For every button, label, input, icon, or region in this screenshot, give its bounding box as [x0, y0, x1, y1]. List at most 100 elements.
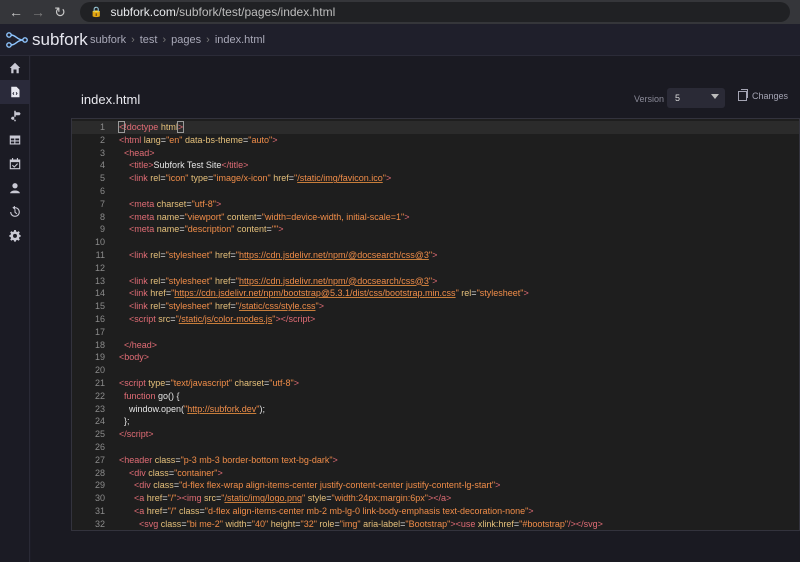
code-line[interactable]: 17: [72, 326, 799, 339]
sidebar-item-history[interactable]: [0, 200, 30, 224]
line-number: 32: [94, 518, 105, 529]
code-line[interactable]: 7 <meta charset="utf-8">: [72, 198, 799, 211]
line-number: 4: [99, 160, 105, 171]
code-line[interactable]: 13 <link rel="stylesheet" href="https://…: [72, 275, 799, 288]
browser-toolbar: ← → ↻ 🔒 subfork.com /subfork/test/pages/…: [0, 0, 800, 24]
code-line[interactable]: 30 <a href="/"><img src="/static/img/log…: [72, 492, 799, 505]
changes-label: Changes: [752, 91, 789, 101]
code-line[interactable]: 21 <script type="text/javascript" charset…: [72, 377, 799, 390]
line-number: 13: [94, 275, 105, 286]
code-line[interactable]: 19 <body>: [72, 351, 799, 364]
code-text: <script src="/static/js/color-modes.js">…: [129, 313, 316, 324]
line-number: 5: [99, 173, 105, 184]
code-line[interactable]: 20: [72, 364, 799, 377]
changes-button[interactable]: Changes: [738, 89, 789, 101]
arrow-right-icon[interactable]: →: [28, 2, 48, 22]
code-line[interactable]: 11 <link rel="stylesheet" href="https://…: [72, 249, 799, 262]
line-number: 7: [99, 198, 105, 209]
code-line[interactable]: 29 <div class="d-flex flex-wrap align-it…: [72, 479, 799, 492]
code-line[interactable]: 10: [72, 236, 799, 249]
code-line[interactable]: 31 <a href="/" class="d-flex align-items…: [72, 505, 799, 518]
url-host: subfork.com: [110, 5, 176, 19]
code-text: <meta name="description" content="">: [129, 224, 284, 235]
code-line[interactable]: 9 <meta name="description" content="">: [72, 223, 799, 236]
code-line[interactable]: 32 <svg class="bi me-2" width="40" heigh…: [72, 518, 799, 530]
code-line[interactable]: 27 <header class="p-3 mb-3 border-bottom …: [72, 454, 799, 467]
code-line[interactable]: 14 <link href="https://cdn.jsdelivr.net/…: [72, 287, 799, 300]
code-line[interactable]: 16 <script src="/static/js/color-modes.j…: [72, 313, 799, 326]
reload-icon[interactable]: ↻: [50, 2, 70, 22]
code-line[interactable]: 2 <html lang="en" data-bs-theme="auto">: [72, 134, 799, 147]
version-label: Version: [634, 94, 665, 104]
code-line[interactable]: 3 <head>: [72, 147, 799, 160]
breadcrumb-item[interactable]: subfork: [90, 34, 126, 46]
sidebar-item-users[interactable]: [0, 176, 30, 200]
code-text: function go() {: [124, 390, 180, 401]
code-line[interactable]: 24 };: [72, 415, 799, 428]
code-line[interactable]: 26: [72, 441, 799, 454]
arrow-left-icon[interactable]: ←: [6, 2, 26, 22]
line-number: 14: [94, 288, 105, 299]
sidebar: [0, 56, 30, 562]
code-line[interactable]: 6: [72, 185, 799, 198]
line-number: 31: [94, 505, 105, 516]
code-line[interactable]: 1 <!doctype html>: [72, 121, 799, 134]
code-line[interactable]: 5 <link rel="icon" type="image/x-icon" h…: [72, 172, 799, 185]
code-text: <script type="text/javascript" charset="…: [119, 377, 299, 388]
signpost-icon: [10, 110, 21, 122]
sidebar-item-pages[interactable]: [0, 80, 30, 104]
history-icon: [10, 206, 20, 217]
breadcrumb: subfork › test › pages › index.html: [90, 34, 265, 46]
sidebar-item-routes[interactable]: [0, 104, 30, 128]
code-text: </script>: [119, 429, 154, 440]
code-line[interactable]: 8 <meta name="viewport" content="width=d…: [72, 211, 799, 224]
code-editor[interactable]: 1 <!doctype html> 2 <html lang="en" data-bs…: [71, 118, 800, 531]
code-text: <link rel="icon" type="image/x-icon" hre…: [129, 173, 392, 184]
sidebar-item-home[interactable]: [0, 56, 30, 80]
copy-icon: [738, 89, 748, 101]
line-number: 24: [94, 416, 105, 427]
code-line[interactable]: 23 window.open("http://subfork.dev");: [72, 403, 799, 416]
version-select[interactable]: 5: [667, 88, 725, 108]
line-number: 21: [94, 377, 105, 388]
code-line[interactable]: 22 function go() {: [72, 390, 799, 403]
line-number: 3: [99, 147, 105, 158]
code-text: <html lang="en" data-bs-theme="auto">: [119, 134, 278, 145]
line-number: 6: [99, 185, 105, 196]
code-text: <meta name="viewport" content="width=dev…: [129, 211, 410, 222]
version-value: 5: [675, 93, 681, 103]
gear-icon: [9, 230, 21, 242]
sidebar-item-settings[interactable]: [0, 224, 30, 248]
breadcrumb-item[interactable]: test: [140, 34, 158, 46]
lock-icon: 🔒: [90, 6, 103, 18]
subfork-logo-icon: [6, 31, 28, 48]
sidebar-item-tasks[interactable]: [0, 152, 30, 176]
line-number: 2: [99, 134, 105, 145]
code-text: <a href="/"><img src="/static/img/logo.p…: [134, 493, 452, 504]
breadcrumb-item[interactable]: pages: [171, 34, 201, 46]
line-number: 28: [94, 467, 105, 478]
line-number: 30: [94, 493, 105, 504]
address-bar[interactable]: 🔒 subfork.com /subfork/test/pages/index.…: [80, 2, 790, 22]
code-line[interactable]: 28 <div class="container">: [72, 467, 799, 480]
code-line[interactable]: 12: [72, 262, 799, 275]
code-text: <svg class="bi me-2" width="40" height="…: [139, 518, 603, 529]
code-line[interactable]: 4 <title>Subfork Test Site</title>: [72, 159, 799, 172]
code-text: </head>: [124, 339, 158, 350]
line-number: 16: [94, 313, 105, 324]
code-lines: 1 <!doctype html> 2 <html lang="en" data-bs…: [72, 121, 799, 530]
code-line[interactable]: 15 <link rel="stylesheet" href="/static/…: [72, 300, 799, 313]
file-code-icon: [11, 86, 20, 98]
url-path: /subfork/test/pages/index.html: [175, 5, 336, 19]
logo[interactable]: subfork: [0, 30, 90, 50]
code-line[interactable]: 18 </head>: [72, 339, 799, 352]
code-text: <head>: [124, 147, 155, 158]
sidebar-item-data[interactable]: [0, 128, 30, 152]
code-line[interactable]: 25 </script>: [72, 428, 799, 441]
line-number: 18: [94, 339, 105, 350]
calendar-icon: [9, 158, 21, 170]
line-number: 1: [99, 122, 105, 132]
